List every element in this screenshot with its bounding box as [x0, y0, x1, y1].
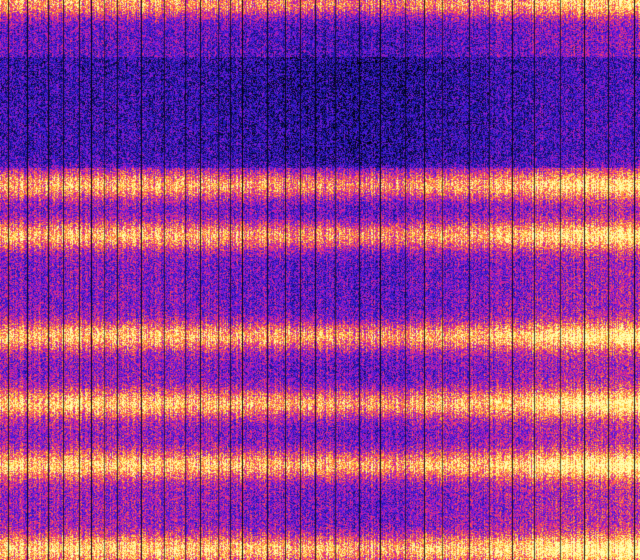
spectrogram-image	[0, 0, 640, 560]
spectrogram-frame	[0, 0, 640, 560]
